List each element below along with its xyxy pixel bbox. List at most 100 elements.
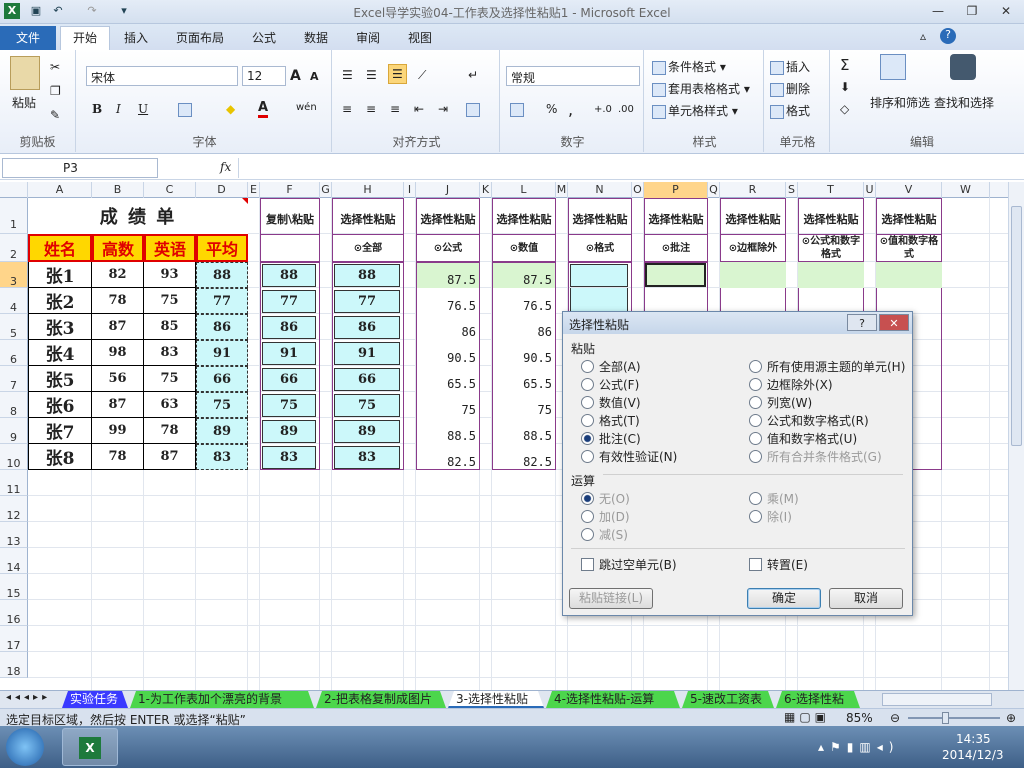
paste-option-label[interactable]: ⊙值和数字格式 [876, 234, 942, 262]
paste-link-button[interactable]: 粘贴链接(L) [569, 588, 653, 609]
restore-icon[interactable]: ❐ [958, 0, 986, 22]
paste-option-label[interactable]: ⊙批注 [644, 234, 708, 262]
copy-paste-value[interactable]: 91 [262, 342, 316, 365]
sheet-tab[interactable]: 4-选择性粘贴-运算 [546, 691, 680, 708]
row-header[interactable]: 15 [0, 574, 28, 600]
column-title[interactable]: 选择性粘贴 [876, 198, 942, 234]
paste-all-value[interactable]: 86 [334, 316, 400, 339]
view-buttons-icon[interactable]: ▦▢▣ [784, 710, 830, 724]
find-select-button[interactable]: 查找和选择 [934, 94, 994, 111]
dialog-help-button[interactable]: ? [847, 314, 877, 331]
copy-paste-value[interactable]: 86 [262, 316, 316, 339]
column-header[interactable]: F [260, 182, 320, 198]
decrease-indent-icon[interactable]: ⇤ [414, 102, 424, 116]
paste-all-value[interactable]: 77 [334, 290, 400, 313]
scroll-thumb[interactable] [1011, 206, 1022, 446]
paste-option-label[interactable]: ⊙格式 [568, 234, 632, 262]
column-title[interactable]: 选择性粘贴 [720, 198, 786, 234]
format-cells-button[interactable]: 格式 [770, 102, 810, 119]
radio-option[interactable]: 边框除外(X) [749, 376, 833, 393]
average-score[interactable]: 86 [196, 314, 248, 340]
paste-option-label[interactable]: ⊙公式和数字格式 [798, 234, 864, 262]
radio-option[interactable]: 公式和数字格式(R) [749, 412, 869, 429]
column-title[interactable]: 复制\粘贴 [260, 198, 320, 234]
underline-button[interactable]: U [138, 102, 148, 116]
radio-option[interactable]: 全部(A) [581, 358, 641, 375]
currency-icon[interactable] [510, 102, 526, 117]
number-format-combo[interactable]: 常规 [506, 66, 640, 86]
selected-cell-p3[interactable] [645, 263, 706, 287]
column-header[interactable]: I [404, 182, 416, 198]
column-header[interactable]: S [786, 182, 798, 198]
sheet-tab[interactable]: 5-速改工资表 [682, 691, 774, 708]
paste-formula-value[interactable]: 88.5 [416, 418, 480, 444]
paste-formula-value[interactable]: 86 [416, 314, 480, 340]
increase-decimal-button[interactable]: +.0 [594, 104, 612, 115]
row-header[interactable]: 17 [0, 626, 28, 652]
student-name[interactable]: 张4 [28, 340, 92, 366]
paste-value-value[interactable]: 65.5 [492, 366, 556, 392]
column-header[interactable]: D [196, 182, 248, 198]
row-header[interactable]: 5 [0, 314, 28, 340]
value-number-cell[interactable] [876, 262, 942, 288]
bold-button[interactable]: B [92, 102, 102, 116]
paste-all-value[interactable]: 89 [334, 420, 400, 443]
cell-styles-button[interactable]: 单元格样式 ▾ [652, 102, 738, 119]
comment-indicator[interactable] [242, 198, 248, 204]
increase-indent-icon[interactable]: ⇥ [438, 102, 448, 116]
insert-cells-button[interactable]: 插入 [770, 58, 810, 75]
row-header[interactable]: 16 [0, 600, 28, 626]
paste-formula-value[interactable]: 90.5 [416, 340, 480, 366]
close-icon[interactable]: ✕ [992, 0, 1020, 22]
align-center-icon[interactable]: ≡ [366, 102, 376, 116]
start-button[interactable] [6, 728, 44, 766]
collapse-ribbon-icon[interactable]: ▵ [920, 29, 926, 43]
shrink-font-icon[interactable]: A [310, 70, 319, 83]
radio-option[interactable]: 所有使用源主题的单元(H) [749, 358, 905, 375]
paste-value-value[interactable]: 90.5 [492, 340, 556, 366]
math-score[interactable]: 78 [92, 444, 144, 470]
column-title[interactable]: 选择性粘贴 [416, 198, 480, 234]
english-score[interactable]: 63 [144, 392, 196, 418]
english-score[interactable]: 93 [144, 262, 196, 288]
radio-option[interactable]: 值和数字格式(U) [749, 430, 857, 447]
tab-review[interactable]: 审阅 [356, 29, 380, 46]
student-name[interactable]: 张7 [28, 418, 92, 444]
english-score[interactable]: 83 [144, 340, 196, 366]
zoom-out-icon[interactable]: ⊖ [890, 711, 900, 725]
sheet-nav-icon[interactable]: ◂◂◂▸▸ [6, 692, 51, 703]
column-title[interactable]: 选择性粘贴 [798, 198, 864, 234]
tray-icons[interactable]: ▴⚑▮▥◂) [818, 740, 899, 754]
sheet-tab[interactable]: 1-为工作表加个漂亮的背景 [130, 691, 314, 708]
column-header[interactable]: O [632, 182, 644, 198]
column-title[interactable]: 选择性粘贴 [332, 198, 404, 234]
column-header[interactable]: V [876, 182, 942, 198]
radio-option[interactable]: 数值(V) [581, 394, 641, 411]
average-score[interactable]: 77 [196, 288, 248, 314]
paste-formula-value[interactable]: 87.5 [416, 262, 480, 288]
cancel-button[interactable]: 取消 [829, 588, 903, 609]
radio-option[interactable]: 无(O) [581, 490, 630, 507]
minimize-icon[interactable]: — [924, 0, 952, 22]
english-score[interactable]: 78 [144, 418, 196, 444]
paste-all-value[interactable]: 88 [334, 264, 400, 287]
delete-cells-button[interactable]: 删除 [770, 80, 810, 97]
tab-home[interactable]: 开始 [60, 26, 110, 50]
column-header[interactable]: P [644, 182, 708, 198]
help-icon[interactable]: ? [940, 28, 956, 44]
sheet-title[interactable]: 成 绩 单 [28, 198, 248, 234]
column-header[interactable]: H [332, 182, 404, 198]
paste-value-value[interactable]: 82.5 [492, 444, 556, 470]
average-score[interactable]: 88 [196, 262, 248, 288]
paste-formula-value[interactable]: 76.5 [416, 288, 480, 314]
sheet-tab[interactable]: 2-把表格复制成图片 [316, 691, 446, 708]
format-target-cell[interactable] [570, 288, 628, 312]
column-header[interactable]: E [248, 182, 260, 198]
english-score[interactable]: 75 [144, 366, 196, 392]
paste-all-value[interactable]: 75 [334, 394, 400, 417]
paste-option-label[interactable]: ⊙公式 [416, 234, 480, 262]
align-top-icon[interactable]: ☰ [342, 68, 353, 82]
row-header[interactable]: 7 [0, 366, 28, 392]
english-score[interactable]: 87 [144, 444, 196, 470]
math-score[interactable]: 56 [92, 366, 144, 392]
